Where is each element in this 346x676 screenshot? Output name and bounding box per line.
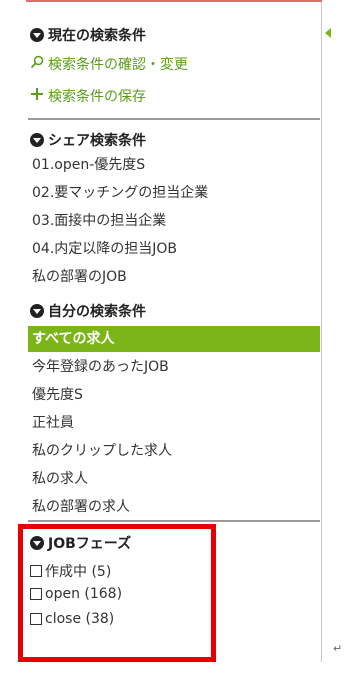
save-conditions-link[interactable]: 検索条件の保存 <box>30 86 146 106</box>
my-condition-item[interactable]: 私のクリップした求人 <box>28 438 320 464</box>
my-conditions-heading: 自分の検索条件 <box>30 301 146 321</box>
circle-chevron-down-icon <box>30 133 44 147</box>
return-arrow-icon: ↵ <box>333 642 343 655</box>
plus-icon <box>30 87 48 105</box>
current-conditions-title: 現在の検索条件 <box>48 28 146 44</box>
search-icon <box>30 55 48 73</box>
confirm-conditions-link[interactable]: 検索条件の確認・変更 <box>30 54 188 74</box>
shared-condition-item[interactable]: 01.open-優先度S <box>28 152 320 178</box>
current-conditions-heading: 現在の検索条件 <box>30 25 146 45</box>
shared-condition-item[interactable]: 私の部署のJOB <box>28 264 320 290</box>
collapse-panel-icon[interactable] <box>325 28 331 38</box>
circle-chevron-down-icon <box>30 304 44 318</box>
my-conditions-title: 自分の検索条件 <box>48 304 146 320</box>
my-condition-item[interactable]: 優先度S <box>28 382 320 408</box>
shared-condition-item[interactable]: 04.内定以降の担当JOB <box>28 236 320 262</box>
circle-chevron-down-icon <box>30 28 44 42</box>
shared-condition-item[interactable]: 02.要マッチングの担当企業 <box>28 180 320 206</box>
my-condition-item-active[interactable]: すべての求人 <box>28 326 320 352</box>
confirm-conditions-label: 検索条件の確認・変更 <box>48 57 188 73</box>
my-condition-item[interactable]: 正社員 <box>28 410 320 436</box>
shared-condition-item[interactable]: 03.面接中の担当企業 <box>28 208 320 234</box>
shared-conditions-title: シェア検索条件 <box>48 133 146 149</box>
section-divider <box>28 118 320 120</box>
my-condition-item[interactable]: 私の部署の求人 <box>28 494 320 520</box>
annotation-highlight-box <box>18 524 216 662</box>
my-condition-item[interactable]: 私の求人 <box>28 466 320 492</box>
section-divider <box>28 520 320 522</box>
shared-conditions-heading: シェア検索条件 <box>30 130 146 150</box>
my-condition-item[interactable]: 今年登録のあったJOB <box>28 354 320 380</box>
save-conditions-label: 検索条件の保存 <box>48 89 146 105</box>
